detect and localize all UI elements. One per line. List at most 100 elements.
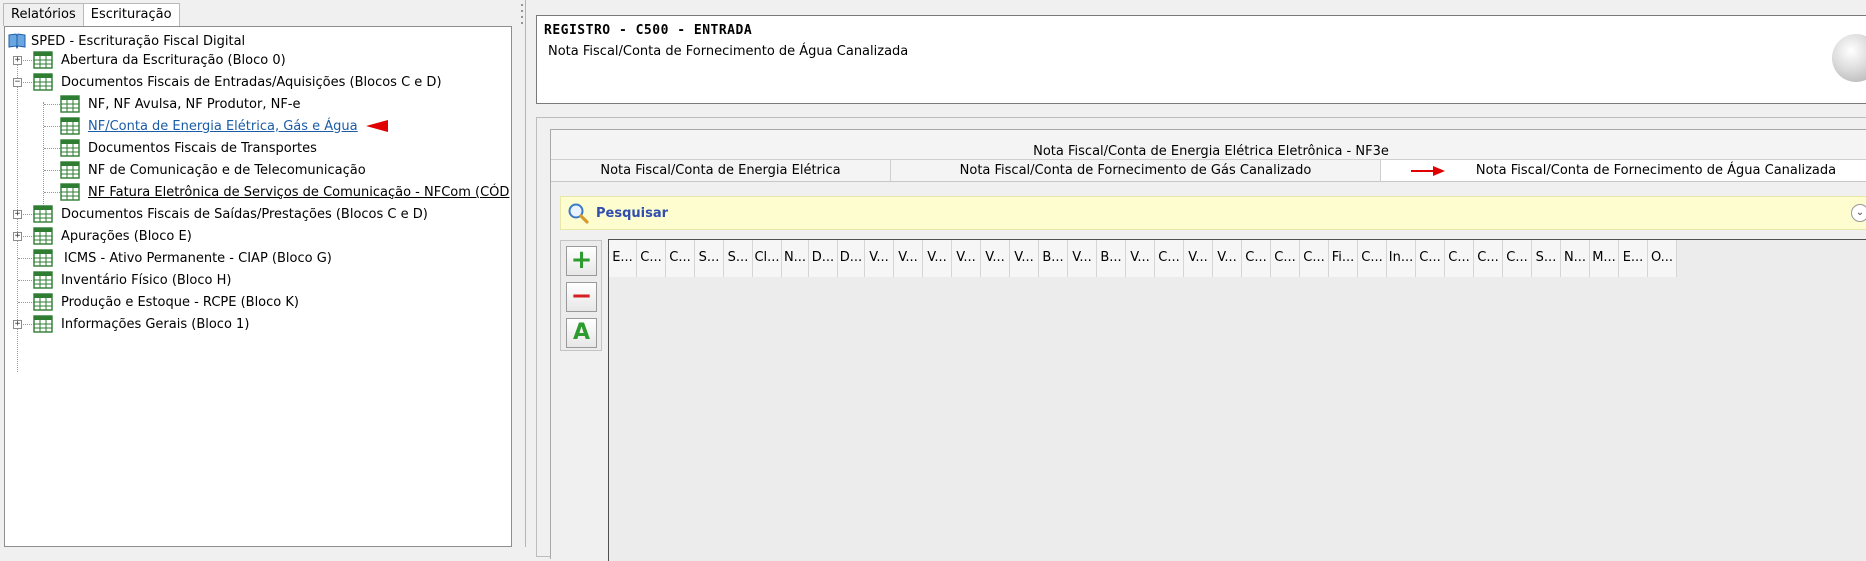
spreadsheet-icon bbox=[33, 227, 53, 245]
grid-column-header[interactable]: V... bbox=[894, 240, 923, 277]
spreadsheet-icon bbox=[33, 73, 53, 91]
grid-column-header[interactable]: C... bbox=[1242, 240, 1271, 277]
tree-item-producao[interactable]: Produção e Estoque - RCPE (Bloco K) bbox=[33, 291, 299, 313]
tree-label: SPED - Escrituração Fiscal Digital bbox=[31, 33, 246, 49]
tree-line bbox=[43, 102, 44, 210]
grid-column-header[interactable]: V... bbox=[1213, 240, 1242, 277]
grid-column-header[interactable]: C... bbox=[1416, 240, 1445, 277]
spreadsheet-icon bbox=[60, 183, 80, 201]
spreadsheet-icon bbox=[33, 315, 53, 333]
tab-relatorios[interactable]: Relatórios bbox=[3, 3, 84, 26]
grid-column-header[interactable]: C... bbox=[1358, 240, 1387, 277]
tree-label: NF, NF Avulsa, NF Produtor, NF-e bbox=[88, 96, 301, 112]
grid-column-header[interactable]: V... bbox=[865, 240, 894, 277]
grid-column-header[interactable]: C... bbox=[666, 240, 695, 277]
tree-label: NF Fatura Eletrônica de Serviços de Comu… bbox=[88, 184, 510, 200]
collapse-icon[interactable]: − bbox=[13, 78, 22, 87]
grid-header: E... C... C... S... S... Cl... N... D... D... V..… bbox=[609, 240, 1677, 277]
chevron-down-icon[interactable]: ⌄ bbox=[1851, 204, 1866, 222]
search-label[interactable]: Pesquisar bbox=[596, 206, 668, 221]
spreadsheet-icon bbox=[60, 139, 80, 157]
grid-column-header[interactable]: E... bbox=[1619, 240, 1648, 277]
data-grid[interactable]: E... C... C... S... S... Cl... N... D... D... V..… bbox=[608, 239, 1866, 561]
expand-icon[interactable]: + bbox=[13, 210, 22, 219]
tree-view[interactable]: SPED - Escrituração Fiscal Digital + Abe… bbox=[4, 26, 512, 547]
tree-item-ciap[interactable]: ICMS - Ativo Permanente - CIAP (Bloco G) bbox=[33, 247, 332, 269]
tree-item-energia-gas-agua[interactable]: NF/Conta de Energia Elétrica, Gás e Água bbox=[60, 115, 388, 137]
register-subtitle: Nota Fiscal/Conta de Fornecimento de Águ… bbox=[548, 44, 909, 59]
tree-label: Produção e Estoque - RCPE (Bloco K) bbox=[61, 294, 299, 310]
grid-column-header[interactable]: M... bbox=[1590, 240, 1619, 277]
tree-item-inventario[interactable]: Inventário Físico (Bloco H) bbox=[33, 269, 231, 291]
grid-column-header[interactable]: C... bbox=[1445, 240, 1474, 277]
grid-column-header[interactable]: C... bbox=[1300, 240, 1329, 277]
spreadsheet-icon bbox=[33, 271, 53, 289]
grid-column-header[interactable]: S... bbox=[724, 240, 753, 277]
tab-gas-canalizado[interactable]: Nota Fiscal/Conta de Fornecimento de Gás… bbox=[891, 159, 1381, 181]
expand-icon[interactable]: + bbox=[13, 232, 22, 241]
tab-agua-canalizada[interactable]: Nota Fiscal/Conta de Fornecimento de Águ… bbox=[1381, 159, 1866, 181]
add-button[interactable]: + bbox=[566, 246, 597, 276]
magnifier-icon bbox=[568, 203, 589, 224]
grid-column-header[interactable]: C... bbox=[1503, 240, 1532, 277]
tab-energia-eletrica[interactable]: Nota Fiscal/Conta de Energia Elétrica bbox=[551, 159, 891, 181]
grid-column-header[interactable]: V... bbox=[952, 240, 981, 277]
register-title: REGISTRO - C500 - ENTRADA bbox=[544, 23, 753, 38]
tree-item-nfcom[interactable]: NF Fatura Eletrônica de Serviços de Comu… bbox=[60, 181, 509, 203]
tree-item-informacoes-gerais[interactable]: Informações Gerais (Bloco 1) bbox=[33, 313, 249, 335]
remove-button[interactable]: − bbox=[566, 282, 597, 312]
grid-column-header[interactable]: Cl... bbox=[753, 240, 782, 277]
edit-button[interactable]: A bbox=[566, 318, 597, 348]
grid-column-header[interactable]: V... bbox=[1126, 240, 1155, 277]
grid-column-header[interactable]: S... bbox=[695, 240, 724, 277]
grid-column-header[interactable]: E... bbox=[609, 240, 637, 277]
tree-label: Abertura da Escrituração (Bloco 0) bbox=[61, 52, 286, 68]
grid-column-header[interactable]: D... bbox=[838, 240, 865, 277]
grid-column-header[interactable]: D... bbox=[809, 240, 838, 277]
grid-column-header[interactable]: Fi... bbox=[1329, 240, 1358, 277]
tab-nf3e[interactable]: Nota Fiscal/Conta de Energia Elétrica El… bbox=[551, 144, 1866, 159]
tab-panel: Pesquisar ⌄ + − A E... C... C... S... S... Cl… bbox=[551, 181, 1866, 561]
tree-label: Inventário Físico (Bloco H) bbox=[61, 272, 232, 288]
tab-escrituracao[interactable]: Escrituração bbox=[82, 3, 180, 27]
tree-item-comunicacao[interactable]: NF de Comunicação e de Telecomunicação bbox=[60, 159, 366, 181]
grid-column-header[interactable]: In... bbox=[1387, 240, 1416, 277]
tree-item-transportes[interactable]: Documentos Fiscais de Transportes bbox=[60, 137, 317, 159]
grid-column-header[interactable]: C... bbox=[1474, 240, 1503, 277]
grid-column-header[interactable]: V... bbox=[1068, 240, 1097, 277]
grid-column-header[interactable]: N... bbox=[782, 240, 809, 277]
tree-item-nf[interactable]: NF, NF Avulsa, NF Produtor, NF-e bbox=[60, 93, 300, 115]
grid-column-header[interactable]: V... bbox=[1010, 240, 1039, 277]
search-bar[interactable]: Pesquisar ⌄ bbox=[560, 196, 1866, 230]
spreadsheet-icon bbox=[33, 249, 53, 267]
grid-column-header[interactable]: V... bbox=[981, 240, 1010, 277]
tree-item-saidas[interactable]: Documentos Fiscais de Saídas/Prestações … bbox=[33, 203, 428, 225]
tree-label: ICMS - Ativo Permanente - CIAP (Bloco G) bbox=[64, 250, 332, 266]
register-header: REGISTRO - C500 - ENTRADA Nota Fiscal/Co… bbox=[536, 15, 1866, 104]
grip-icon bbox=[521, 4, 523, 24]
annotation-arrow-icon bbox=[365, 120, 388, 132]
grid-column-header[interactable]: O... bbox=[1648, 240, 1677, 277]
expand-icon[interactable]: + bbox=[13, 56, 22, 65]
grid-column-header[interactable]: S... bbox=[1532, 240, 1561, 277]
tree-label: NF/Conta de Energia Elétrica, Gás e Água bbox=[88, 118, 358, 134]
tree-item-apuracoes[interactable]: Apurações (Bloco E) bbox=[33, 225, 192, 247]
grid-column-header[interactable]: C... bbox=[637, 240, 666, 277]
grid-column-header[interactable]: V... bbox=[923, 240, 952, 277]
grid-column-header[interactable]: C... bbox=[1155, 240, 1184, 277]
expand-icon[interactable]: + bbox=[13, 320, 22, 329]
main-panel: REGISTRO - C500 - ENTRADA Nota Fiscal/Co… bbox=[527, 0, 1866, 561]
register-tab-strip: Nota Fiscal/Conta de Energia Elétrica No… bbox=[551, 159, 1866, 181]
tree-label: Informações Gerais (Bloco 1) bbox=[61, 316, 250, 332]
grid-column-header[interactable]: N... bbox=[1561, 240, 1590, 277]
grid-column-header[interactable]: B... bbox=[1097, 240, 1126, 277]
tree-item-abertura[interactable]: Abertura da Escrituração (Bloco 0) bbox=[33, 49, 286, 71]
tree-item-entradas[interactable]: Documentos Fiscais de Entradas/Aquisiçõe… bbox=[33, 71, 442, 93]
tree-label: Documentos Fiscais de Transportes bbox=[88, 140, 317, 156]
grid-column-header[interactable]: V... bbox=[1184, 240, 1213, 277]
tree-label: Apurações (Bloco E) bbox=[61, 228, 192, 244]
book-icon bbox=[8, 33, 26, 50]
spreadsheet-icon bbox=[33, 205, 53, 223]
grid-column-header[interactable]: C... bbox=[1271, 240, 1300, 277]
grid-column-header[interactable]: B... bbox=[1039, 240, 1068, 277]
